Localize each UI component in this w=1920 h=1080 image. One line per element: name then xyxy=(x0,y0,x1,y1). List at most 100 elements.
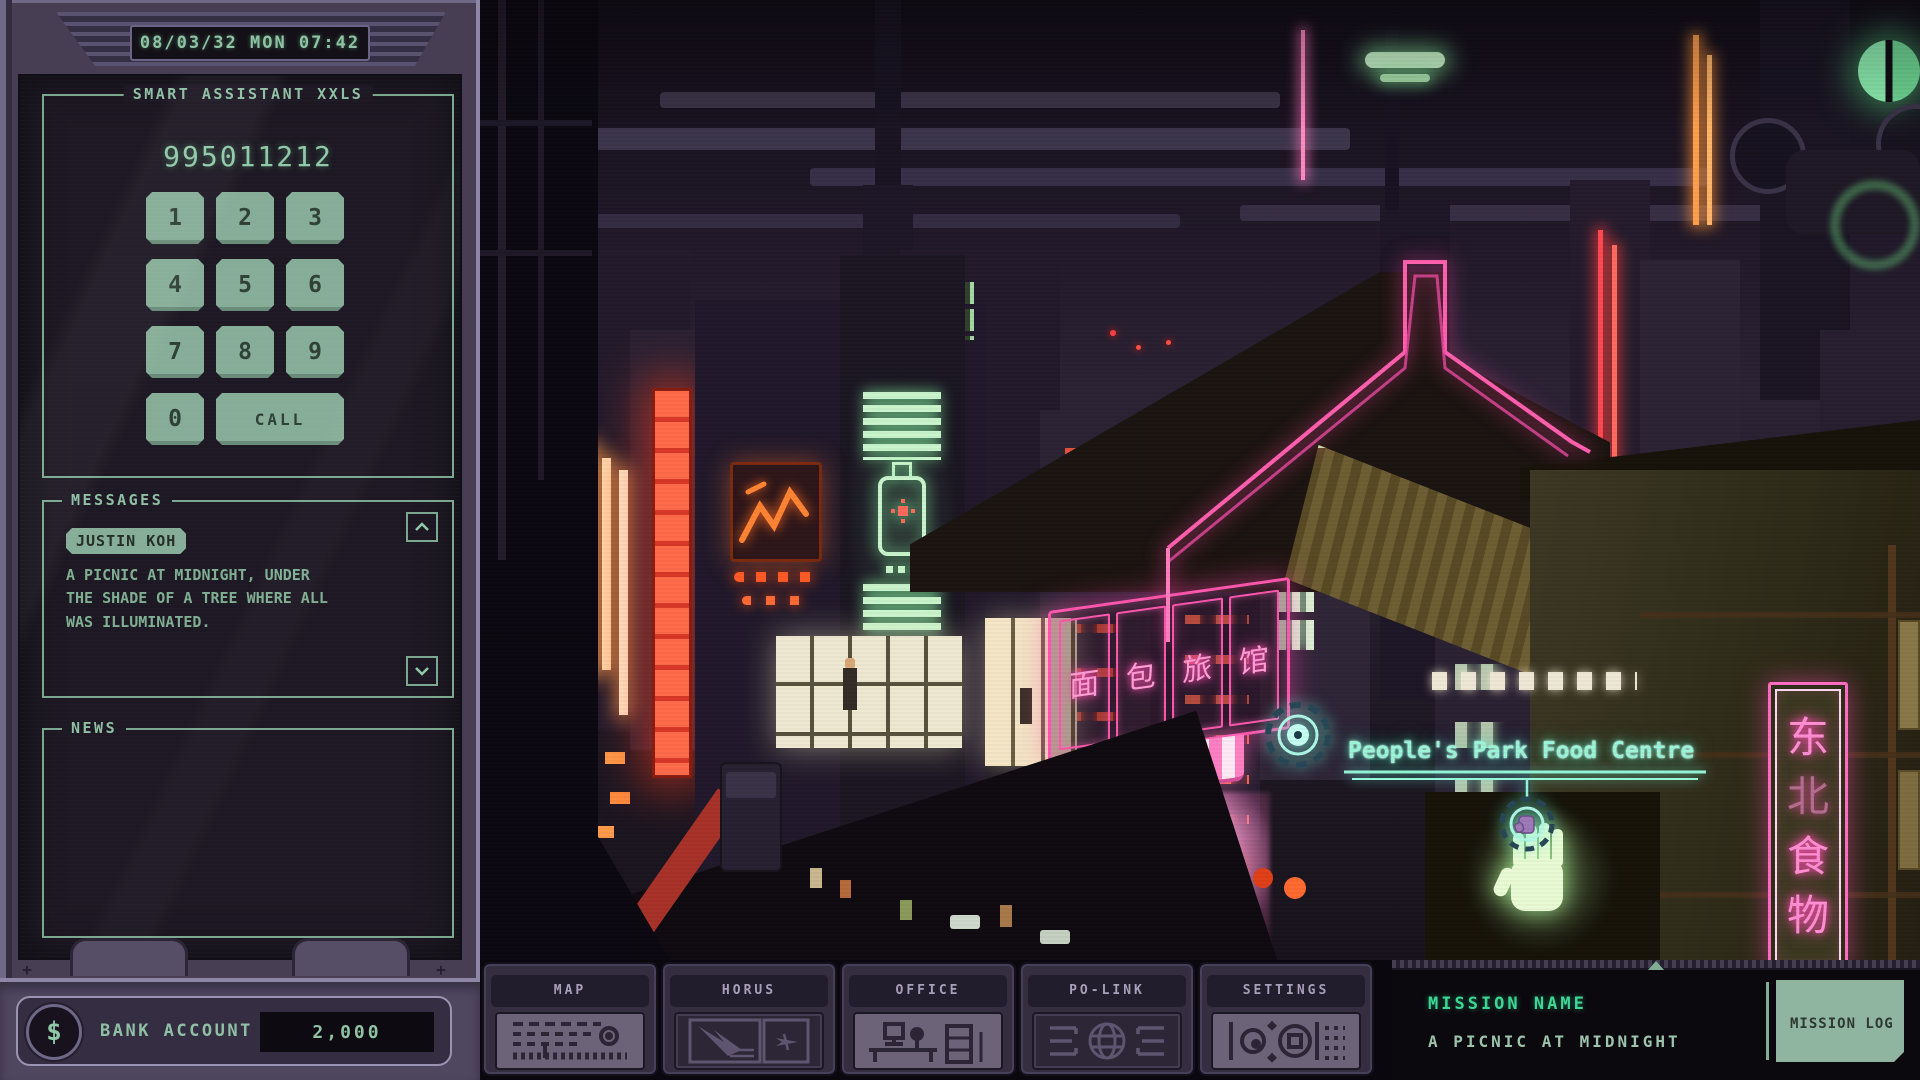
red-neon-sign xyxy=(652,388,692,778)
scroll-down-button[interactable] xyxy=(406,656,438,686)
message-body: A PICNIC AT MIDNIGHT, UNDER THE SHADE OF… xyxy=(66,564,332,634)
scaffold-beam xyxy=(498,0,506,560)
nav-horus-label: HORUS xyxy=(670,975,828,1007)
dollar-icon: $ xyxy=(26,1004,82,1060)
neon-window xyxy=(605,752,625,764)
cloud xyxy=(660,92,1280,108)
screw-icon: + xyxy=(432,960,450,978)
mission-divider xyxy=(1766,982,1769,1060)
nav-settings-label: SETTINGS xyxy=(1207,975,1365,1007)
person xyxy=(1000,905,1012,927)
map-icon xyxy=(495,1012,645,1070)
datetime-display: 08/03/32 MON 07:42 xyxy=(130,25,370,61)
nav-po-link-button[interactable]: PO-LINK xyxy=(1019,962,1195,1076)
mission-log-button[interactable]: MISSION LOG xyxy=(1776,980,1904,1062)
lantern-row xyxy=(742,596,806,605)
mission-name-value: A PICNIC AT MIDNIGHT xyxy=(1428,1032,1681,1051)
cross-icon xyxy=(898,506,908,516)
office-icon xyxy=(853,1012,1003,1070)
cafe-table xyxy=(950,915,980,929)
scaffold-beam xyxy=(480,120,592,126)
orange-neon-sign xyxy=(730,462,822,562)
sign-char: 东 xyxy=(1787,717,1829,759)
lit-storefront xyxy=(776,636,962,748)
warning-light xyxy=(1166,340,1171,345)
smart-assistant-panel: 08/03/32 MON 07:42 SMART ASSISTANT XXLS … xyxy=(0,0,480,1080)
cloud xyxy=(540,214,1180,228)
green-neon-pill xyxy=(1365,52,1445,68)
messages-box: MESSAGES JUSTIN KOH A PICNIC AT MIDNIGHT… xyxy=(42,500,454,698)
keypad-0[interactable]: 0 xyxy=(146,393,204,445)
scaffold-panel xyxy=(1898,620,1920,730)
nav-settings-button[interactable]: SETTINGS xyxy=(1198,962,1374,1076)
person xyxy=(840,880,851,898)
keypad-5[interactable]: 5 xyxy=(216,259,274,311)
lantern-row xyxy=(734,572,818,582)
cloud xyxy=(1240,205,1800,221)
screw-icon: + xyxy=(18,960,36,978)
phone-screen: SMART ASSISTANT XXLS 995011212 1 2 3 4 5… xyxy=(18,74,462,960)
settings-icon xyxy=(1211,1012,1361,1070)
keypad-8[interactable]: 8 xyxy=(216,326,274,378)
pharmacy-stripes xyxy=(863,392,941,460)
sign-char: 物 xyxy=(1787,895,1829,937)
neon-window xyxy=(610,792,630,804)
nav-office-button[interactable]: OFFICE xyxy=(840,962,1016,1076)
game-screen: 东 北 食 物 面 包 旅 馆 xyxy=(0,0,1920,1080)
neon-bar xyxy=(619,470,628,715)
person xyxy=(1020,688,1032,724)
news-box: NEWS xyxy=(42,728,454,938)
scaffold-beam xyxy=(480,250,592,256)
green-orb-sign xyxy=(1858,40,1920,102)
sign-char: 面 xyxy=(1059,613,1110,750)
person xyxy=(843,668,857,710)
neon-bar xyxy=(602,458,611,670)
sign-char: 北 xyxy=(1787,776,1829,818)
green-neon-pill xyxy=(1380,74,1430,82)
scaffold-beam xyxy=(538,0,544,480)
frame-tab xyxy=(70,938,188,976)
keypad-3[interactable]: 3 xyxy=(286,192,344,244)
po-link-icon xyxy=(1032,1012,1182,1070)
collapse-arrow-icon[interactable] xyxy=(1648,961,1664,970)
panel-bottom-frame: $ BANK ACCOUNT 2,000 xyxy=(0,978,480,1080)
chevron-down-icon xyxy=(414,666,430,676)
drone-glow xyxy=(1830,180,1920,270)
scroll-up-button[interactable] xyxy=(406,512,438,542)
dialer-box: SMART ASSISTANT XXLS 995011212 1 2 3 4 5… xyxy=(42,94,454,478)
keypad-4[interactable]: 4 xyxy=(146,259,204,311)
nav-map-label: MAP xyxy=(491,975,649,1007)
keypad-7[interactable]: 7 xyxy=(146,326,204,378)
keypad-9[interactable]: 9 xyxy=(286,326,344,378)
person xyxy=(900,900,912,920)
message-sender[interactable]: JUSTIN KOH xyxy=(66,528,186,554)
dialed-number-display: 995011212 xyxy=(44,140,452,173)
keypad-2[interactable]: 2 xyxy=(216,192,274,244)
assistant-title: SMART ASSISTANT XXLS xyxy=(124,85,373,103)
messages-title: MESSAGES xyxy=(62,491,172,509)
news-title: NEWS xyxy=(62,719,126,737)
chevron-up-icon xyxy=(414,522,430,532)
keypad-6[interactable]: 6 xyxy=(286,259,344,311)
bank-account-bar: $ BANK ACCOUNT 2,000 xyxy=(16,996,452,1066)
vertical-neon-sign: 东 北 食 物 xyxy=(1768,682,1848,972)
scaffold-beam xyxy=(1640,612,1920,618)
cloud xyxy=(570,128,1350,150)
nav-horus-button[interactable]: HORUS xyxy=(661,962,837,1076)
neon-line xyxy=(1707,55,1712,225)
neon-line xyxy=(1301,30,1305,180)
truck-window xyxy=(726,772,776,798)
city-scene: 东 北 食 物 面 包 旅 馆 xyxy=(480,0,1920,1080)
warning-light xyxy=(1110,330,1116,336)
location-label[interactable]: People's Park Food Centre xyxy=(1348,738,1768,764)
pharmacy-stripes xyxy=(863,584,941,638)
currency-symbol: $ xyxy=(46,1017,62,1047)
frame-tab xyxy=(292,938,410,976)
mission-name-label: MISSION NAME xyxy=(1428,994,1587,1014)
nav-map-button[interactable]: MAP xyxy=(482,962,658,1076)
keypad-1[interactable]: 1 xyxy=(146,192,204,244)
nav-po-link-label: PO-LINK xyxy=(1028,975,1186,1007)
hand-sign-glow xyxy=(1465,806,1615,951)
call-button[interactable]: CALL xyxy=(216,393,344,445)
warning-light xyxy=(1136,345,1141,350)
